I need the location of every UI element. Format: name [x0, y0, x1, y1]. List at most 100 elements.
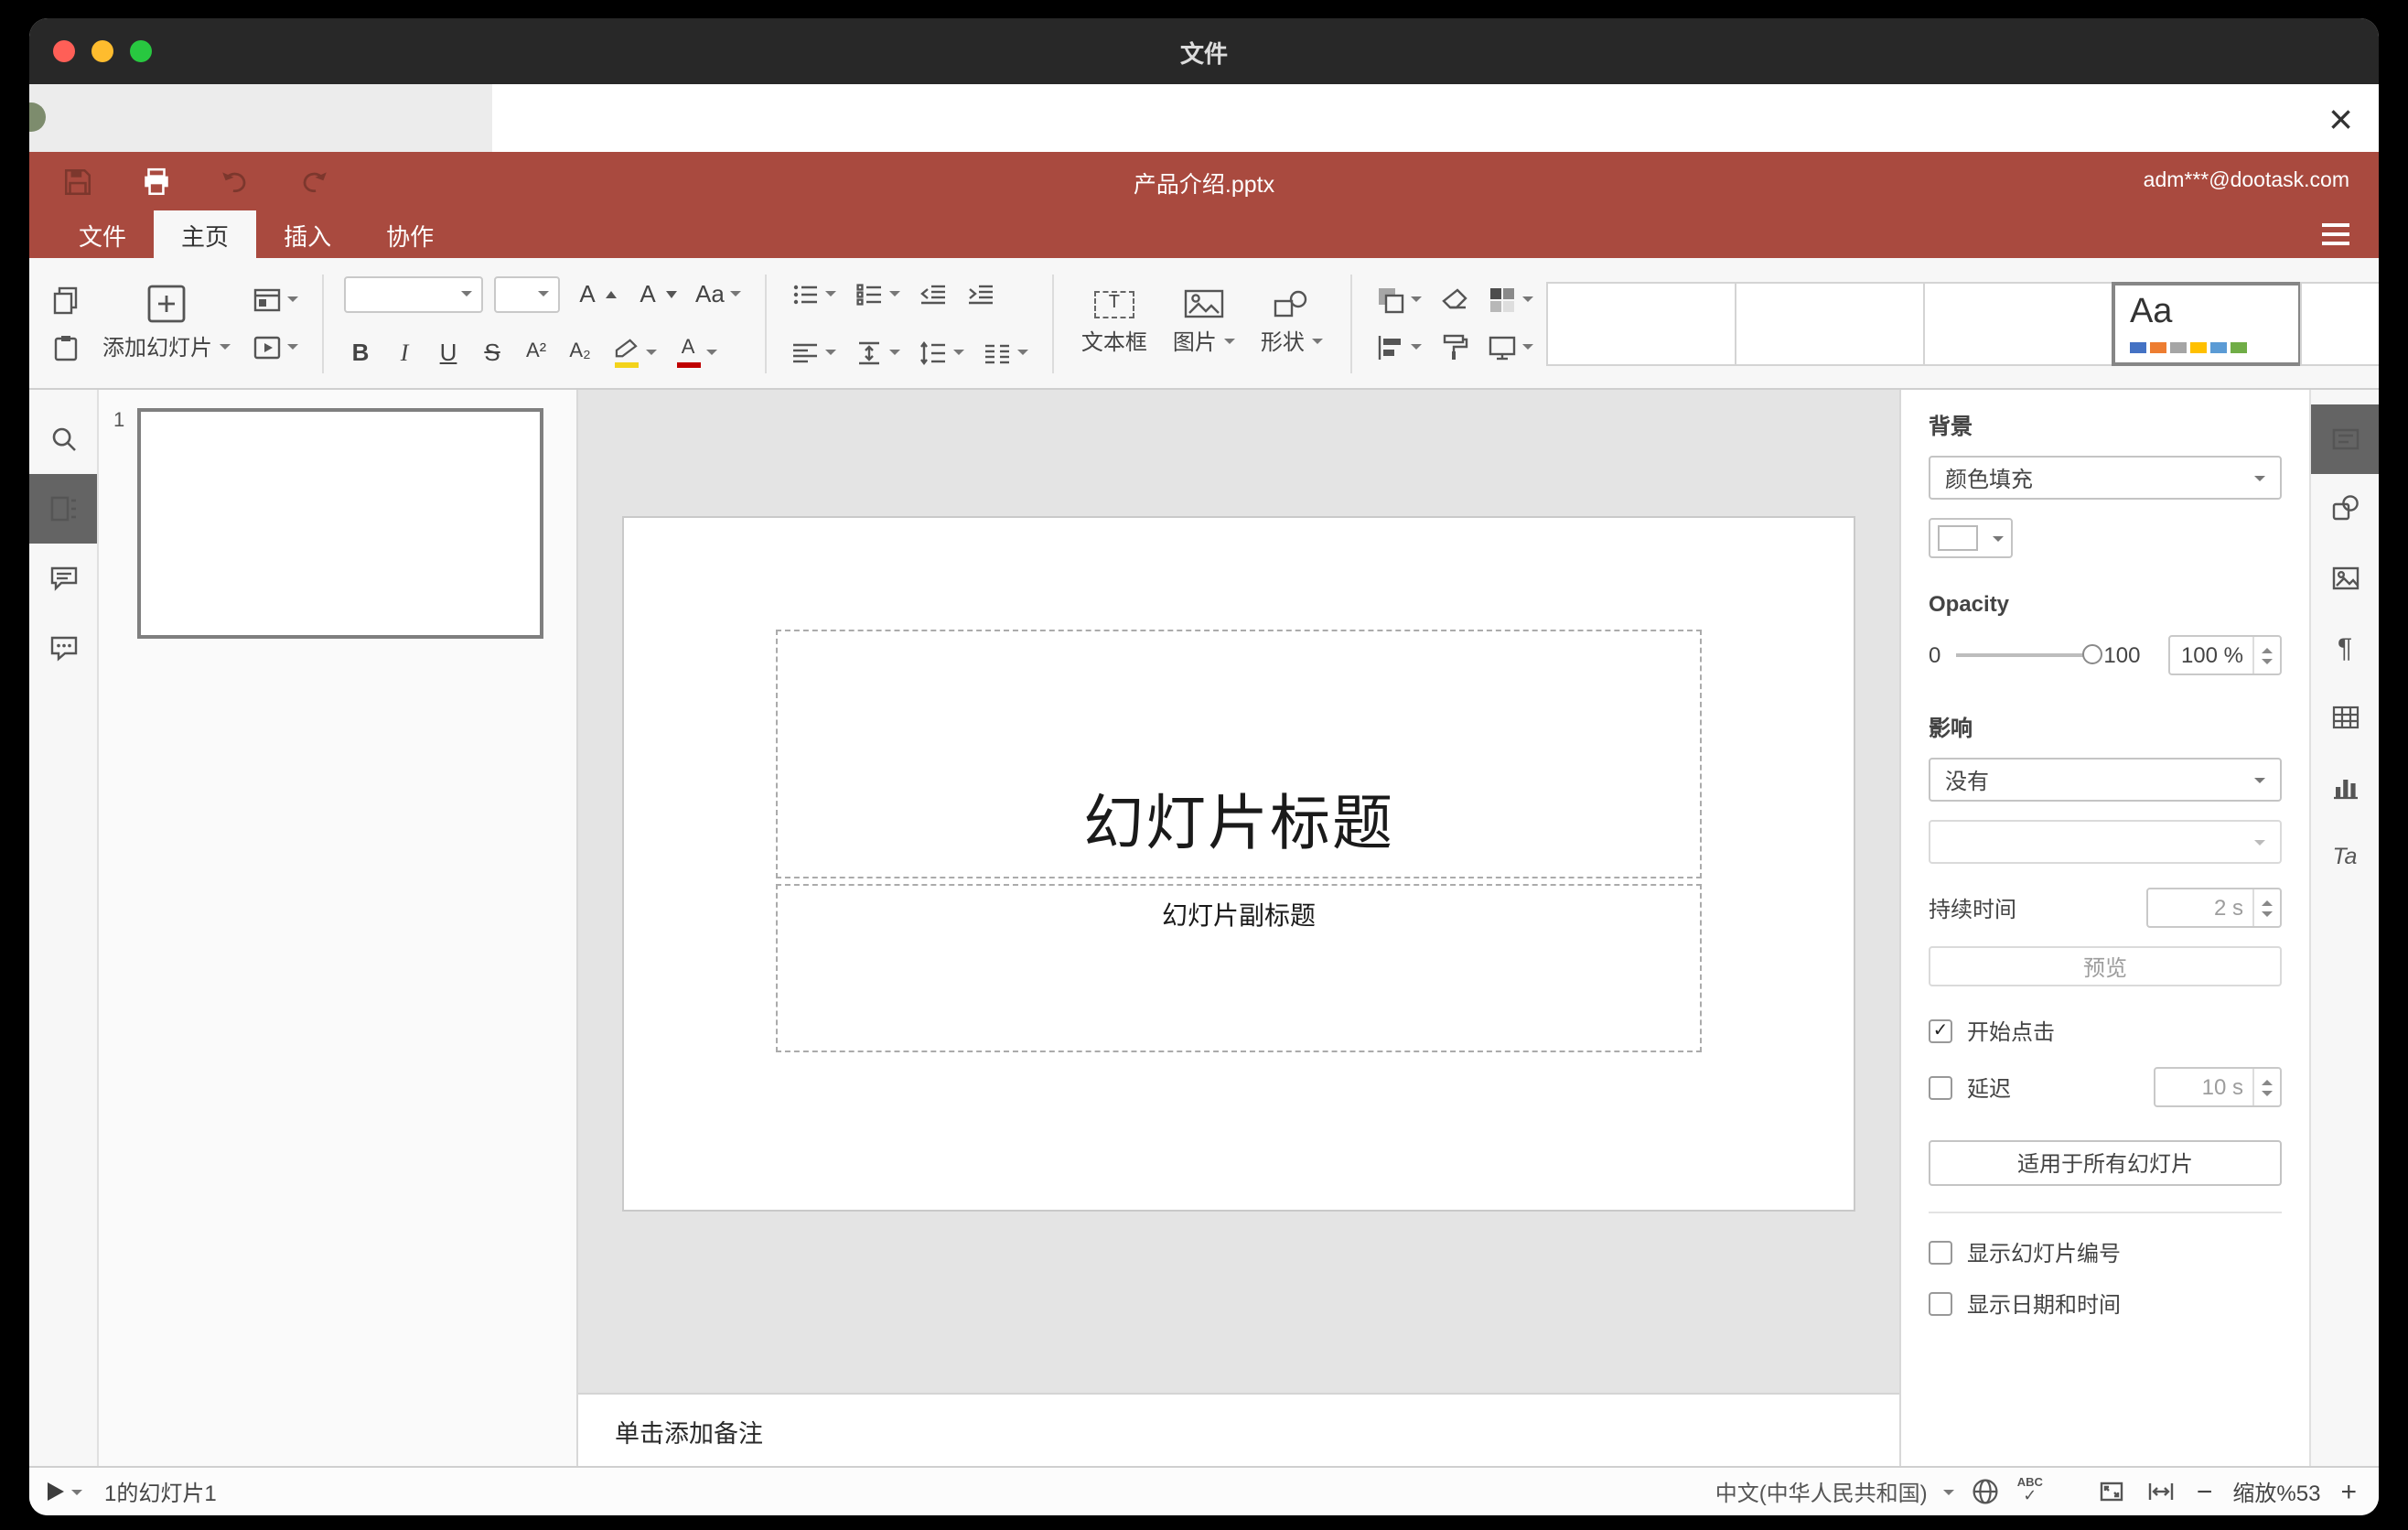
chart-settings-button[interactable]: [2311, 752, 2379, 822]
show-slide-number-checkbox[interactable]: [1929, 1241, 1952, 1265]
tab-insert[interactable]: 插入: [256, 210, 359, 258]
preview-button[interactable]: 预览: [1929, 946, 2282, 986]
image-label: 图片: [1172, 329, 1217, 355]
opacity-spinner[interactable]: 100 %: [2168, 635, 2282, 675]
subtitle-placeholder[interactable]: 幻灯片副标题: [776, 884, 1702, 1052]
paragraph-settings-button[interactable]: ¶: [2311, 613, 2379, 683]
fit-slide-icon[interactable]: [2098, 1477, 2127, 1506]
align-shapes-button[interactable]: [1372, 330, 1425, 363]
spinner-arrows[interactable]: [2252, 889, 2280, 926]
minimize-window-button[interactable]: [91, 40, 113, 62]
spinner-arrows[interactable]: [2252, 1069, 2280, 1105]
decrease-indent-button[interactable]: [915, 277, 951, 310]
delay-spinner[interactable]: 10 s: [2154, 1067, 2282, 1107]
font-name-combo[interactable]: [344, 275, 484, 312]
comments-panel-button[interactable]: [29, 544, 97, 613]
strikethrough-button[interactable]: S: [476, 339, 509, 366]
image-settings-button[interactable]: [2311, 544, 2379, 613]
highlight-color-button[interactable]: [607, 336, 661, 369]
insert-image-button[interactable]: 图片: [1166, 289, 1242, 357]
theme-thumbnail[interactable]: [2299, 281, 2379, 365]
numbering-button[interactable]: [851, 277, 904, 310]
start-slideshow-button[interactable]: [249, 330, 302, 363]
bold-button[interactable]: B: [344, 339, 377, 366]
start-on-click-checkbox[interactable]: ✓: [1929, 1019, 1952, 1043]
slide-size-button[interactable]: [1484, 330, 1537, 363]
save-icon[interactable]: [62, 166, 93, 197]
start-slideshow-status-button[interactable]: [48, 1482, 82, 1501]
zoom-level[interactable]: 缩放%53: [2232, 1476, 2320, 1507]
increase-indent-button[interactable]: [962, 277, 999, 310]
arrange-button[interactable]: [1372, 283, 1425, 316]
insert-shape-button[interactable]: 形状: [1253, 289, 1330, 357]
tab-home[interactable]: 主页: [154, 210, 257, 258]
insert-textbox-button[interactable]: T 文本框: [1074, 290, 1155, 356]
font-color-button[interactable]: A: [672, 336, 721, 369]
color-scheme-button[interactable]: [1484, 283, 1537, 316]
opacity-slider-knob[interactable]: [2081, 644, 2102, 664]
theme-palette: [2129, 341, 2284, 352]
bullets-button[interactable]: [787, 277, 840, 310]
theme-thumbnail[interactable]: [1734, 281, 1925, 365]
notes-area[interactable]: 单击添加备注: [578, 1393, 1899, 1466]
table-settings-button[interactable]: [2311, 683, 2379, 752]
redo-icon[interactable]: [298, 166, 329, 197]
increase-font-button[interactable]: A: [571, 280, 620, 307]
effect-type-select[interactable]: [1929, 820, 2282, 864]
undo-icon[interactable]: [220, 166, 251, 197]
theme-thumbnail[interactable]: [1922, 281, 2113, 365]
fit-width-icon[interactable]: [2147, 1477, 2177, 1506]
slide-thumbnail[interactable]: [137, 408, 544, 639]
spinner-arrows[interactable]: [2252, 637, 2280, 673]
slides-panel-button[interactable]: [29, 474, 97, 544]
font-size-combo[interactable]: [494, 275, 561, 312]
textart-settings-button[interactable]: Ta: [2311, 822, 2379, 891]
background-fill-select[interactable]: 颜色填充: [1929, 456, 2282, 500]
globe-icon[interactable]: [1972, 1477, 2001, 1506]
zoom-in-button[interactable]: +: [2340, 1478, 2357, 1505]
clear-style-button[interactable]: [1436, 283, 1473, 316]
theme-thumbnail[interactable]: [1545, 281, 1736, 365]
spellcheck-icon[interactable]: ABC ✓: [2017, 1477, 2043, 1505]
hamburger-icon[interactable]: [2322, 210, 2349, 258]
slide-settings-button[interactable]: [2311, 404, 2379, 474]
subscript-button[interactable]: A₂: [564, 340, 597, 364]
underline-button[interactable]: U: [432, 339, 465, 366]
add-slide-button[interactable]: 添加幻灯片: [95, 284, 238, 362]
search-panel-button[interactable]: [29, 404, 97, 474]
background-color-picker[interactable]: [1929, 518, 2013, 558]
apply-to-all-button[interactable]: 适用于所有幻灯片: [1929, 1140, 2282, 1186]
duration-spinner[interactable]: 2 s: [2146, 888, 2282, 928]
effect-select[interactable]: 没有: [1929, 758, 2282, 802]
opacity-slider[interactable]: [1955, 644, 2102, 664]
print-icon[interactable]: [141, 166, 172, 197]
paste-button[interactable]: [48, 330, 84, 363]
superscript-button[interactable]: A²: [520, 340, 553, 364]
columns-button[interactable]: [979, 336, 1032, 369]
title-placeholder[interactable]: 幻灯片标题: [776, 630, 1702, 878]
document-language[interactable]: 中文(中华人民共和国): [1715, 1476, 1928, 1507]
decrease-font-button[interactable]: A: [631, 280, 681, 307]
delay-checkbox[interactable]: [1929, 1075, 1952, 1099]
opacity-min: 0: [1929, 642, 1941, 668]
copy-style-button[interactable]: [1436, 330, 1473, 363]
chat-panel-button[interactable]: [29, 613, 97, 683]
slide-canvas[interactable]: 幻灯片标题 幻灯片副标题: [578, 390, 1899, 1393]
zoom-window-button[interactable]: [130, 40, 152, 62]
vertical-align-button[interactable]: [851, 336, 904, 369]
copy-button[interactable]: [48, 283, 84, 316]
close-window-button[interactable]: [53, 40, 75, 62]
close-icon[interactable]: ×: [2328, 88, 2353, 150]
line-spacing-button[interactable]: [915, 336, 968, 369]
theme-thumbnail-selected[interactable]: Aa: [2111, 281, 2302, 365]
horizontal-align-button[interactable]: [787, 336, 840, 369]
shape-settings-button[interactable]: [2311, 474, 2379, 544]
show-date-time-checkbox[interactable]: [1929, 1292, 1952, 1316]
italic-button[interactable]: I: [388, 339, 421, 366]
slide-layout-button[interactable]: [249, 283, 302, 316]
tab-collaboration[interactable]: 协作: [359, 210, 461, 258]
tab-file[interactable]: 文件: [51, 210, 154, 258]
slide[interactable]: 幻灯片标题 幻灯片副标题: [624, 518, 1854, 1210]
change-case-button[interactable]: Aa: [692, 280, 745, 307]
zoom-out-button[interactable]: −: [2197, 1478, 2213, 1505]
